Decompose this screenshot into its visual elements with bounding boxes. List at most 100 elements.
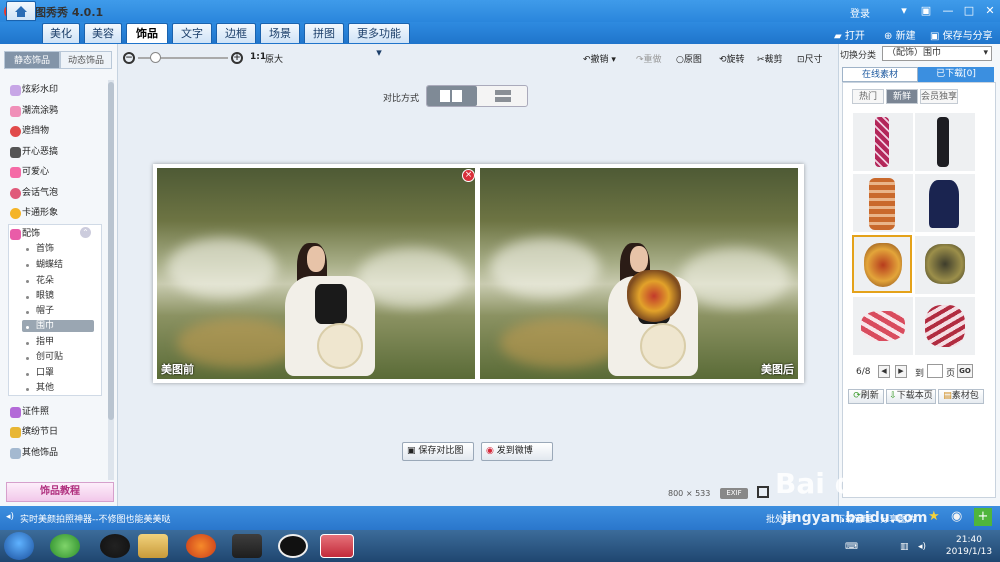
media-app-icon[interactable]	[232, 534, 262, 558]
category-other-accessories[interactable]: 其他饰品	[22, 445, 58, 461]
sub-bowknot[interactable]: 蝴蝶结	[36, 258, 63, 272]
tab-text[interactable]: 文字	[172, 23, 212, 43]
sub-other[interactable]: 其他	[36, 381, 54, 395]
save-share-button[interactable]: ▣ 保存与分享	[930, 27, 993, 42]
scarf-thumb-5-selected[interactable]	[852, 235, 912, 293]
ratio-button[interactable]: 1:1	[250, 52, 266, 62]
material-pack-button[interactable]: ▤素材包	[938, 389, 984, 404]
sub-scarf[interactable]: 围巾	[36, 319, 54, 333]
left-scrollbar-thumb[interactable]	[108, 82, 114, 420]
post-weibo-button[interactable]: ◉ 发到微博	[481, 442, 553, 461]
stacked-mode-button[interactable]	[478, 86, 527, 106]
maximize-button[interactable]: □	[961, 3, 977, 19]
tab-more[interactable]: 更多功能 ▾	[348, 23, 410, 59]
page-number-input[interactable]	[927, 364, 943, 378]
scarf-overlay[interactable]	[627, 270, 681, 322]
category-id-photo[interactable]: 证件照	[22, 404, 49, 420]
scarf-thumb-4[interactable]	[915, 174, 975, 232]
scarf-thumb-2[interactable]	[915, 113, 975, 171]
rotate-button[interactable]: ⟲旋转	[719, 52, 745, 65]
zoom-out-icon[interactable]: −	[123, 52, 135, 64]
sub-glasses[interactable]: 眼镜	[36, 289, 54, 303]
photo-before[interactable]: 美图前	[157, 168, 475, 379]
firefox-icon[interactable]	[186, 534, 216, 558]
scarf-thumb-1[interactable]	[853, 113, 913, 171]
category-accessories[interactable]: 配饰	[22, 226, 40, 242]
photo-after[interactable]: 美图后	[480, 168, 798, 379]
undo-button[interactable]: ↶撤销 ▾	[583, 52, 616, 65]
category-funny[interactable]: 开心恶搞	[22, 144, 58, 160]
file-explorer-icon[interactable]	[138, 534, 168, 558]
new-button[interactable]: ⊕ 新建	[884, 27, 916, 42]
meitu-taskbar-icon[interactable]	[320, 534, 354, 558]
refresh-button[interactable]: ⟳刷新	[848, 389, 884, 404]
open-button[interactable]: ▰ 打开	[834, 27, 865, 42]
login-link[interactable]: 登录	[850, 5, 870, 20]
sub-flowers[interactable]: 花朵	[36, 274, 54, 288]
star-icon[interactable]: ★	[928, 509, 940, 524]
filter-vip[interactable]: 会员独享	[920, 89, 958, 104]
original-size-button[interactable]: 原大	[265, 52, 283, 65]
scarf-thumb-6[interactable]	[915, 236, 975, 294]
download-page-button[interactable]: ⇩下载本页	[886, 389, 936, 404]
category-graffiti[interactable]: 潮流涂鸦	[22, 103, 58, 119]
exif-button[interactable]: EXIF	[720, 488, 748, 499]
tab-static-accessories[interactable]: 静态饰品	[4, 51, 60, 69]
prev-page-icon[interactable]: ◀	[878, 365, 890, 378]
fit-window-icon[interactable]	[757, 486, 769, 498]
category-holiday[interactable]: 缤纷节日	[22, 424, 58, 440]
home-tab[interactable]	[6, 1, 36, 21]
tab-animated-accessories[interactable]: 动态饰品	[60, 51, 112, 69]
clock[interactable]: 21:40 2019/1/13	[940, 534, 998, 558]
start-button[interactable]	[4, 532, 34, 560]
sub-mask[interactable]: 口罩	[36, 366, 54, 380]
next-page-icon[interactable]: ▶	[895, 365, 907, 378]
category-watermark[interactable]: 炫彩水印	[22, 82, 58, 98]
tab-downloaded[interactable]: 已下载[0]	[918, 67, 994, 82]
sub-jewelry[interactable]: 首饰	[36, 242, 54, 256]
category-cartoon[interactable]: 卡通形象	[22, 205, 58, 221]
zoom-in-icon[interactable]: +	[231, 52, 243, 64]
original-button[interactable]: ○原图	[676, 52, 702, 65]
category-blocker[interactable]: 遮挡物	[22, 123, 49, 139]
category-speech-bubble[interactable]: 会话气泡	[22, 185, 58, 201]
sub-bandaid[interactable]: 创可贴	[36, 350, 63, 364]
minimize-button[interactable]: —	[940, 3, 956, 19]
tab-border[interactable]: 边框	[216, 23, 256, 43]
add-icon[interactable]: +	[974, 508, 992, 526]
tab-accessories[interactable]: 饰品	[126, 23, 168, 43]
tab-cosmetic[interactable]: 美容	[84, 23, 122, 43]
app-green-icon[interactable]	[50, 534, 80, 558]
resize-button[interactable]: ⊡尺寸	[797, 52, 823, 65]
tab-online-materials[interactable]: 在线素材	[842, 67, 918, 82]
tray-volume-icon[interactable]: ◂)	[918, 542, 926, 552]
crop-button[interactable]: ✂裁剪	[757, 52, 783, 65]
tray-network-icon[interactable]: ▥	[900, 542, 909, 552]
scarf-thumb-8[interactable]	[915, 297, 975, 355]
tutorial-button[interactable]: 饰品教程	[6, 482, 114, 502]
category-cute-heart[interactable]: 可爱心	[22, 164, 49, 180]
sub-nails[interactable]: 指甲	[36, 335, 54, 349]
sub-hats[interactable]: 帽子	[36, 304, 54, 318]
tab-collage[interactable]: 拼图	[304, 23, 344, 43]
close-button[interactable]: ✕	[982, 3, 998, 19]
collapse-icon[interactable]: ⌃	[80, 227, 91, 238]
dropdown-menu-icon[interactable]: ▾	[896, 3, 912, 19]
weibo-status-icon[interactable]: ◉	[951, 509, 962, 524]
tab-scene[interactable]: 场景	[260, 23, 300, 43]
skin-icon[interactable]: ▣	[918, 3, 934, 19]
filter-new[interactable]: 新鲜	[886, 89, 918, 104]
remove-photo-icon[interactable]: ×	[462, 169, 475, 182]
filter-hot[interactable]: 热门	[852, 89, 884, 104]
zoom-slider-thumb[interactable]	[150, 52, 161, 63]
scarf-thumb-3[interactable]	[853, 174, 913, 232]
tray-keyboard-icon[interactable]: ⌨	[845, 542, 858, 552]
go-button[interactable]: GO	[957, 364, 973, 378]
tab-beautify[interactable]: 美化	[42, 23, 80, 43]
record-icon[interactable]	[278, 534, 308, 558]
category-select[interactable]: （配饰）围巾 ▾	[882, 46, 992, 61]
redo-button[interactable]: ↷重做	[636, 52, 662, 65]
status-message[interactable]: 实时美颜拍照神器--不修图也能美美哒	[20, 512, 171, 525]
side-by-side-mode-button[interactable]	[427, 86, 477, 106]
scarf-thumb-7[interactable]	[853, 297, 913, 355]
